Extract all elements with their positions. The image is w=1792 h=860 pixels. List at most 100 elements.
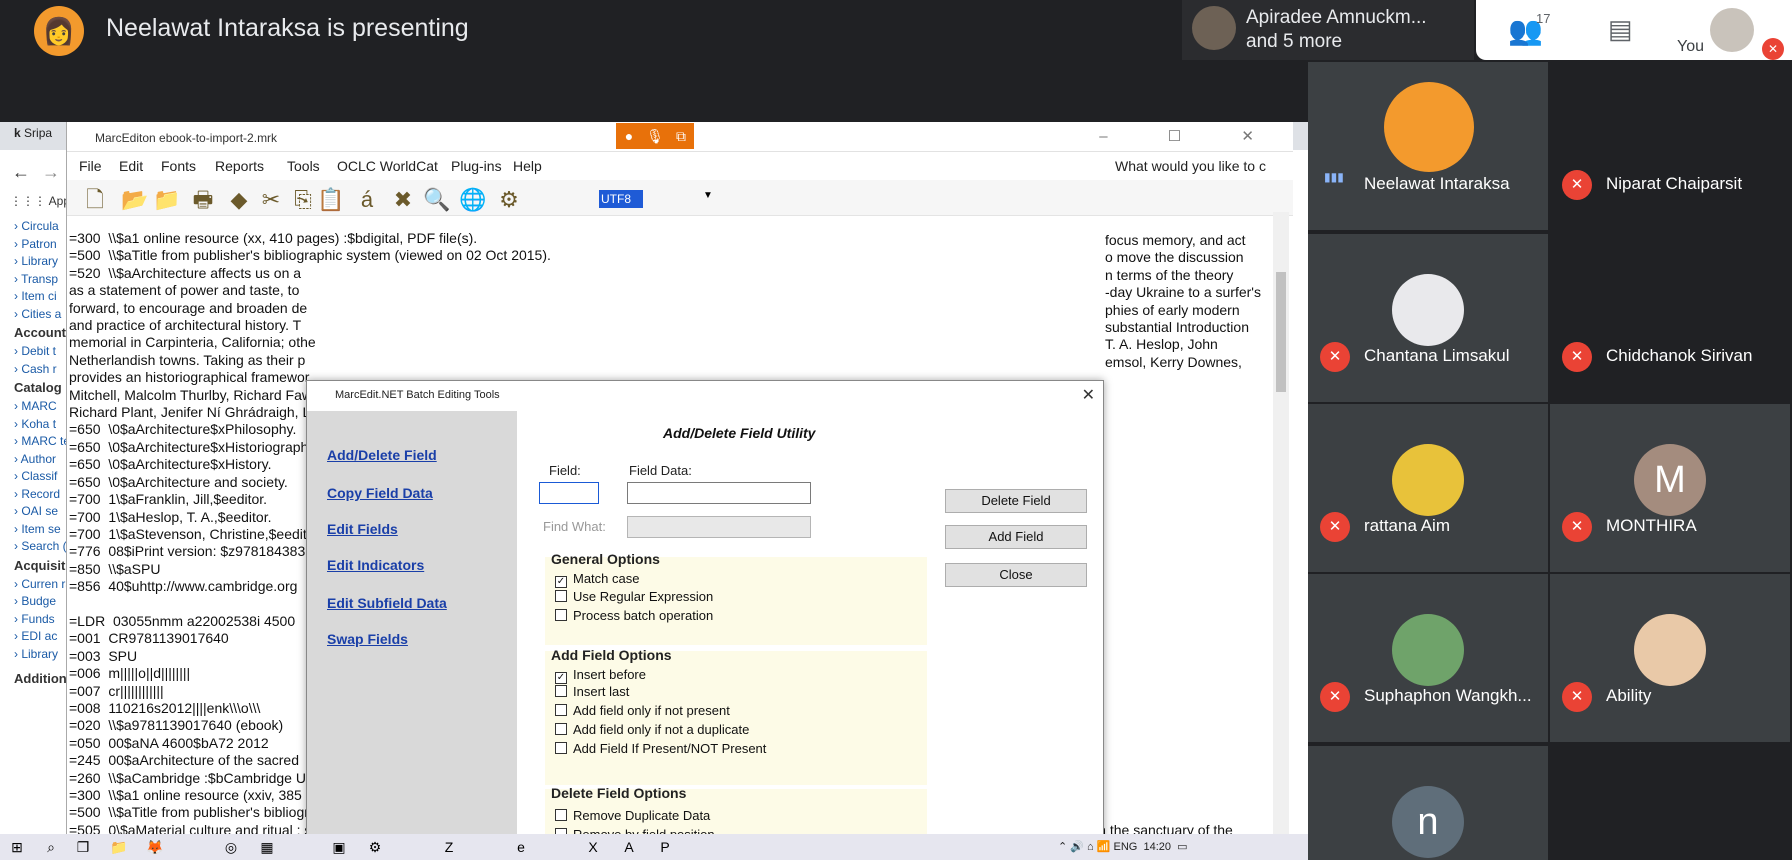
- record-line[interactable]: =500 \\$aTitle from publisher's bibliogr…: [69, 247, 1269, 264]
- window-controls[interactable]: – ☐ ✕: [1099, 127, 1282, 145]
- special-char-icon[interactable]: á: [353, 186, 381, 214]
- app-icon[interactable]: ▣: [330, 838, 348, 856]
- menu-oclc-worldcat[interactable]: OCLC WorldCat: [337, 158, 438, 174]
- option-insert-last[interactable]: Insert last: [555, 684, 629, 699]
- participant-tile[interactable]: ✕ rattana Aim: [1308, 404, 1548, 572]
- sidebar-item[interactable]: › MARC: [14, 400, 57, 413]
- field-input[interactable]: [539, 482, 599, 504]
- back-icon[interactable]: ←: [12, 162, 30, 183]
- sidebar-item[interactable]: › Debit t: [14, 345, 56, 358]
- option-remove-duplicate-data[interactable]: Remove Duplicate Data: [555, 808, 710, 823]
- self-avatar[interactable]: [1710, 8, 1754, 52]
- sidebar-item[interactable]: › Record: [14, 487, 60, 501]
- participant-tile[interactable]: n: [1308, 746, 1548, 860]
- find-icon[interactable]: 🔍: [423, 186, 451, 214]
- chevron-down-icon[interactable]: ▼: [703, 190, 713, 201]
- sidebar-item[interactable]: › Cash r: [14, 362, 57, 376]
- sidebar-item[interactable]: › Author: [14, 452, 56, 466]
- system-tray[interactable]: ⌃ 🔊 ⌂ 📶 ENG 14:20 ▭: [1058, 840, 1188, 853]
- record-line[interactable]: Netherlandish towns. Taking as their p: [69, 352, 1269, 369]
- open-folder-icon[interactable]: 📂: [121, 186, 149, 214]
- participant-tile[interactable]: ▮▮▮ Neelawat Intaraksa: [1308, 62, 1548, 230]
- scrollbar-thumb[interactable]: [1276, 272, 1286, 392]
- checkbox-checked[interactable]: ✓: [555, 576, 567, 588]
- pdf-icon[interactable]: A: [620, 838, 638, 856]
- option-add-field-if-present-not-present[interactable]: Add Field If Present/NOT Present: [555, 741, 766, 756]
- delete-field-button[interactable]: Delete Field: [945, 489, 1087, 513]
- browser-tab[interactable]: k Sripa: [14, 126, 52, 140]
- checkbox[interactable]: [555, 590, 567, 602]
- option-process-batch-operation[interactable]: Process batch operation: [555, 608, 713, 623]
- menu-plug-ins[interactable]: Plug-ins: [451, 158, 502, 174]
- menu-file[interactable]: File: [79, 158, 102, 174]
- option-use-regular-expression[interactable]: Use Regular Expression: [555, 589, 713, 604]
- file-explorer-icon[interactable]: 📁: [110, 838, 128, 856]
- menu-help[interactable]: Help: [513, 158, 542, 174]
- record-line[interactable]: as a statement of power and taste, to: [69, 282, 1269, 299]
- firefox-icon[interactable]: ●: [616, 123, 642, 149]
- sidebar-item[interactable]: › Item ci: [14, 290, 57, 303]
- checkbox[interactable]: [555, 742, 567, 754]
- excel-icon[interactable]: X: [584, 838, 602, 856]
- option-match-case[interactable]: ✓ Match case: [555, 571, 639, 588]
- firefox-icon[interactable]: 🦊: [146, 838, 164, 856]
- sidebar-item[interactable]: › Funds: [14, 612, 55, 626]
- app-icon[interactable]: ▦: [258, 838, 276, 856]
- sidebar-item[interactable]: › OAI se: [14, 505, 58, 518]
- sidebar-item[interactable]: › Library: [14, 647, 58, 661]
- powerpoint-icon[interactable]: P: [656, 838, 674, 856]
- option-add-field-only-if-not-present[interactable]: Add field only if not present: [555, 703, 730, 718]
- cut-icon[interactable]: ✂: [257, 186, 285, 214]
- nav-edit-indicators[interactable]: Edit Indicators: [327, 557, 424, 573]
- option-add-field-only-if-not-a-duplicate[interactable]: Add field only if not a duplicate: [555, 722, 749, 737]
- validate-icon[interactable]: ◆: [225, 186, 253, 214]
- task-view-icon[interactable]: ❐: [74, 838, 92, 856]
- checkbox[interactable]: [555, 685, 567, 697]
- menu-edit[interactable]: Edit: [119, 158, 143, 174]
- print-icon[interactable]: 🖶: [189, 186, 217, 214]
- sidebar-item[interactable]: › EDI ac: [14, 630, 57, 643]
- globe-icon[interactable]: 🌐: [459, 186, 487, 214]
- chrome-icon[interactable]: ◎: [222, 838, 240, 856]
- sidebar-item[interactable]: › Item se: [14, 522, 61, 536]
- checkbox[interactable]: [555, 723, 567, 735]
- menu-fonts[interactable]: Fonts: [161, 158, 196, 174]
- layout-icon[interactable]: ⧉: [668, 123, 694, 149]
- participant-tile[interactable]: ✕ Ability: [1550, 574, 1790, 742]
- sidebar-item[interactable]: › Koha t: [14, 417, 56, 431]
- nav-edit-subfield-data[interactable]: Edit Subfield Data: [327, 595, 447, 611]
- close-icon[interactable]: ✕: [1082, 385, 1095, 405]
- record-line[interactable]: memorial in Carpinteria, California; oth…: [69, 334, 1269, 351]
- participant-tile[interactable]: M ✕ MONTHIRA: [1550, 404, 1790, 572]
- paste-icon[interactable]: 📋: [317, 186, 345, 214]
- presenter-mini-controls[interactable]: ● 🎙 ⧉: [616, 123, 694, 149]
- tools-icon[interactable]: ⚙: [495, 186, 523, 214]
- participant-tile[interactable]: ✕ Suphaphon Wangkh...: [1308, 574, 1548, 742]
- pinned-participant-name[interactable]: Apiradee Amnuckm... and 5 more: [1246, 6, 1466, 54]
- app-icon[interactable]: Z: [440, 838, 458, 856]
- delete-icon[interactable]: ✖: [389, 186, 417, 214]
- close-button[interactable]: Close: [945, 563, 1087, 587]
- nav-edit-fields[interactable]: Edit Fields: [327, 521, 398, 537]
- participant-tile[interactable]: ✕ Chidchanok Sirivan: [1550, 234, 1790, 402]
- option-insert-before[interactable]: ✓ Insert before: [555, 667, 646, 684]
- record-line[interactable]: =520 \\$aArchitecture affects us on a: [69, 265, 1269, 282]
- menu-reports[interactable]: Reports: [215, 158, 264, 174]
- search-prompt[interactable]: What would you like to c: [1115, 158, 1266, 174]
- nav-swap-fields[interactable]: Swap Fields: [327, 631, 408, 647]
- checkbox[interactable]: [555, 609, 567, 621]
- search-icon[interactable]: ⌕: [42, 838, 60, 856]
- encoding-select[interactable]: UTF8: [599, 190, 643, 208]
- sidebar-item[interactable]: › Cities a: [14, 307, 61, 321]
- edge-icon[interactable]: e: [512, 838, 530, 856]
- checkbox-checked[interactable]: ✓: [555, 672, 567, 684]
- record-line[interactable]: forward, to encourage and broaden de: [69, 300, 1269, 317]
- new-file-icon[interactable]: 🗋: [81, 186, 109, 214]
- checkbox[interactable]: [555, 704, 567, 716]
- save-folder-icon[interactable]: 📁: [153, 186, 181, 214]
- checkbox[interactable]: [555, 809, 567, 821]
- mic-icon[interactable]: 🎙: [642, 123, 668, 149]
- windows-start-icon[interactable]: ⊞: [8, 838, 26, 856]
- copy-icon[interactable]: ⎘: [289, 186, 317, 214]
- sidebar-item[interactable]: › Patron: [14, 237, 57, 251]
